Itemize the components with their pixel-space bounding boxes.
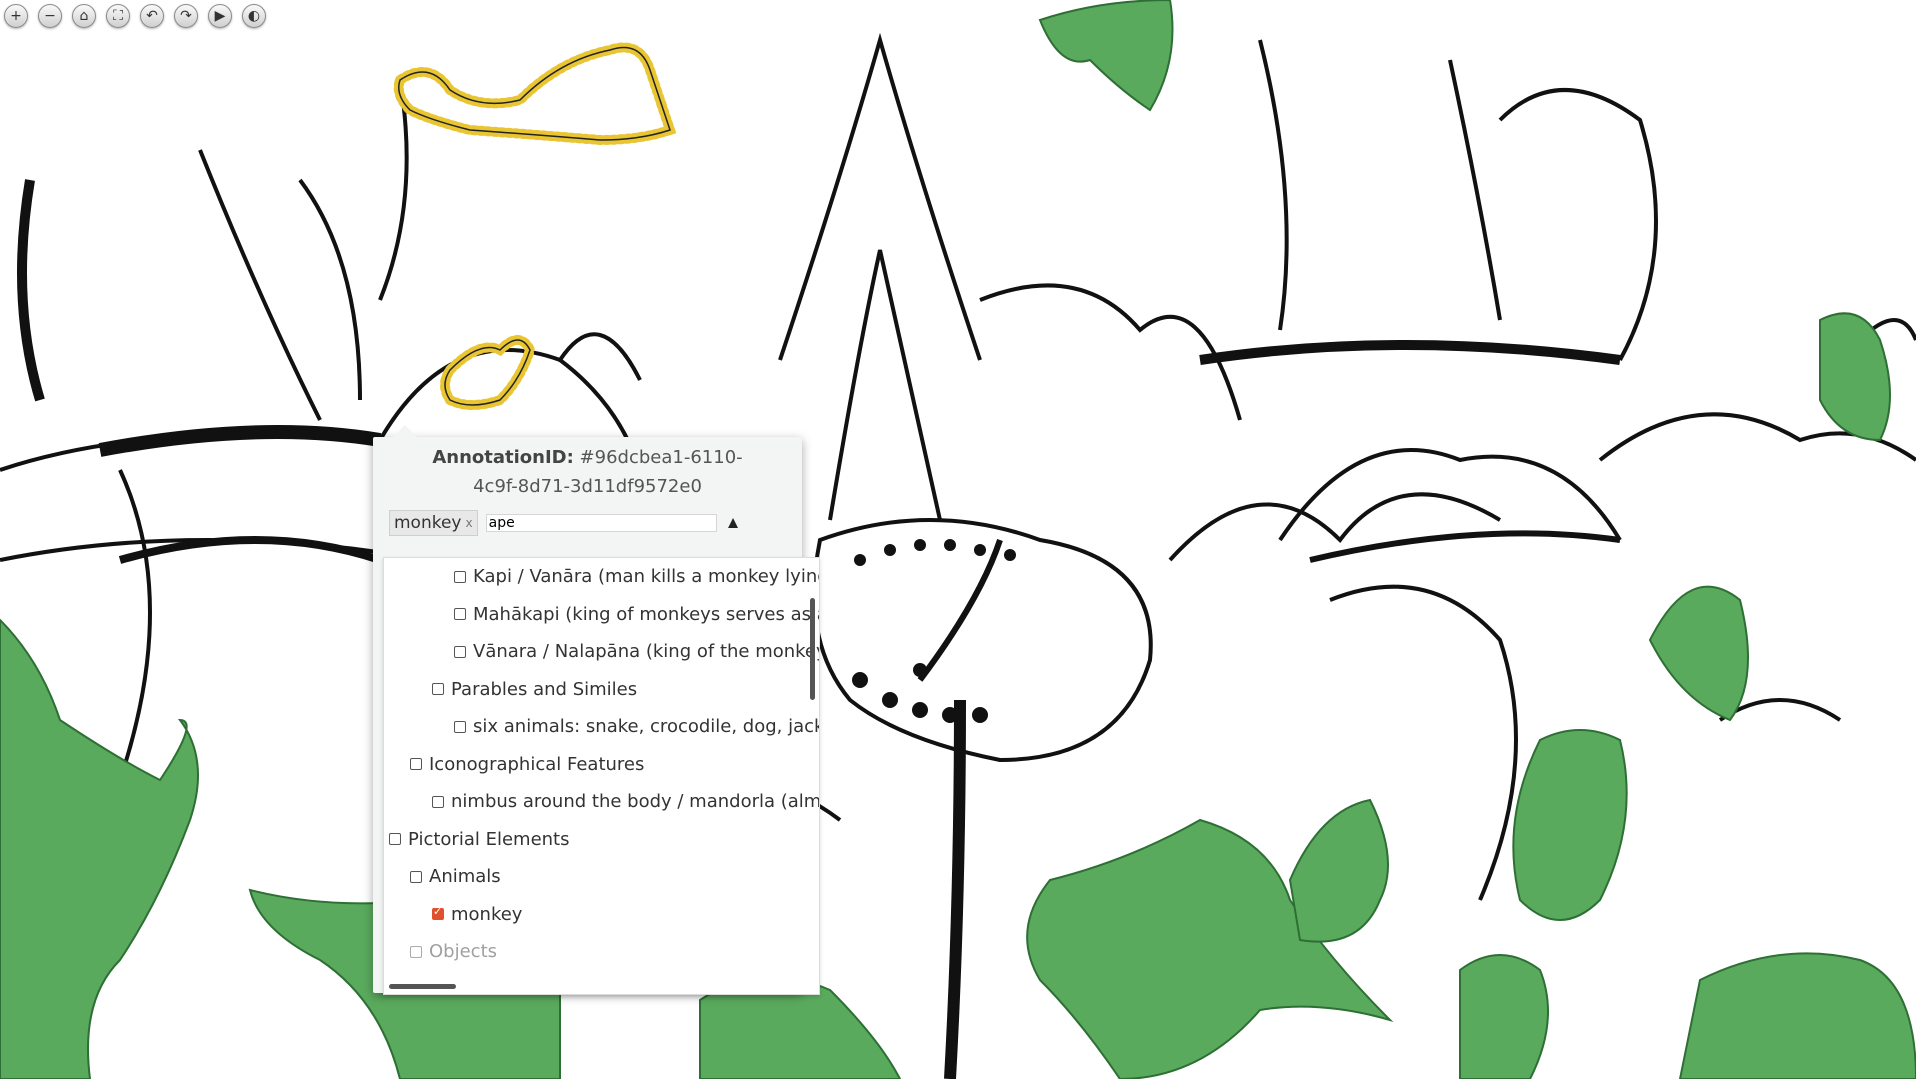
fullscreen-icon[interactable]: ⛶ [106,4,130,28]
tag-tree-dropdown[interactable]: Kapi / Vanāra (man kills a monkey lying … [383,557,820,995]
rotate-right-icon[interactable]: ↷ [174,4,198,28]
checkbox[interactable] [410,870,422,883]
contrast-icon[interactable]: ◐ [242,4,266,28]
rotate-left-icon[interactable]: ↶ [140,4,164,28]
checkbox[interactable] [454,720,466,733]
checkbox[interactable] [454,570,466,583]
tag-search-input[interactable] [485,514,717,532]
checkbox-checked[interactable] [432,905,444,921]
tree-item[interactable]: Mahākapi (king of monkeys serves as a br… [384,596,819,634]
annotation-id: AnnotationID: #96dcbea1-6110-4c9f-8d71-3… [373,437,802,501]
tree-item[interactable]: six animals: snake, crocodile, dog, jack… [384,708,819,746]
horizontal-scrollbar[interactable] [389,984,456,989]
checkbox[interactable] [389,833,401,846]
vertical-scrollbar[interactable] [810,598,815,700]
tree-item-label: Animals [429,866,501,888]
tree-item-label: Iconographical Features [429,753,645,775]
zoom-out-icon[interactable]: − [38,4,62,28]
tree-item[interactable]: monkey [384,896,819,934]
tree-item[interactable]: nimbus around the body / mandorla (almon… [384,783,819,821]
tree-item-label: six animals: snake, crocodile, dog, jack… [473,716,819,738]
checkbox[interactable] [410,945,422,958]
tree-item[interactable]: Iconographical Features [384,746,819,784]
tree-item[interactable]: Vānara / Nalapāna (king of the monkeys a [384,633,819,671]
tree-item-label: monkey [451,903,523,925]
tree-item-label: Pictorial Elements [408,828,570,850]
tree-item[interactable]: Kapi / Vanāra (man kills a monkey lying … [384,558,819,596]
tree-item[interactable]: Pictorial Elements [384,821,819,859]
tag-remove-button[interactable]: x [466,516,473,530]
tag-chip: monkey x [389,510,478,536]
tree-item[interactable]: Animals [384,858,819,896]
tree-item[interactable]: Objects [384,933,819,971]
checkbox[interactable] [410,758,422,771]
tree-item-label: nimbus around the body / mandorla (almon… [451,791,820,813]
tree-item-label: Parables and Similes [451,678,638,700]
popup-pointer [393,425,417,437]
play-icon[interactable]: ▶ [208,4,232,28]
home-icon[interactable]: ⌂ [72,4,96,28]
tag-editor: monkey x ▲ [389,509,789,537]
tree-item-label: Kapi / Vanāra (man kills a monkey lying … [473,566,820,588]
tree-item-label: Mahākapi (king of monkeys serves as a br… [473,603,820,625]
collapse-dropdown-icon[interactable]: ▲ [725,513,742,533]
tree-item[interactable]: Parables and Similes [384,671,819,709]
checkbox[interactable] [454,645,466,658]
checkbox[interactable] [432,683,444,696]
viewer-toolbar: + − ⌂ ⛶ ↶ ↷ ▶ ◐ [4,4,266,28]
tree-item-label: Objects [429,941,498,963]
tag-tree-list: Kapi / Vanāra (man kills a monkey lying … [384,558,819,971]
checkbox[interactable] [432,795,444,808]
tree-item-label: Vānara / Nalapāna (king of the monkeys a [473,641,820,663]
tag-chip-label: monkey [394,513,462,533]
annotation-id-label: AnnotationID: [432,447,574,468]
image-canvas[interactable] [0,0,1916,1079]
checkbox[interactable] [454,608,466,621]
zoom-in-icon[interactable]: + [4,4,28,28]
